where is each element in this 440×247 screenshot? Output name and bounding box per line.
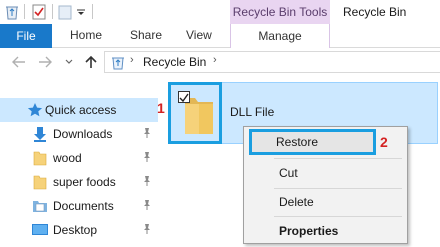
menu-item-label: Delete — [279, 195, 314, 209]
navigation-bar: › Recycle Bin › — [0, 48, 440, 76]
nav-item-downloads[interactable]: Downloads — [0, 122, 158, 146]
download-arrow-icon — [32, 126, 48, 142]
forward-arrow-icon[interactable] — [36, 53, 54, 71]
tab-share[interactable]: Share — [130, 24, 162, 48]
qat-separator — [92, 4, 93, 19]
nav-item-super-foods[interactable]: super foods — [0, 170, 158, 194]
navigation-pane: Quick access 1 Downloads wood super food… — [0, 90, 165, 247]
folder-icon — [32, 174, 48, 190]
new-folder-icon[interactable] — [57, 3, 73, 21]
menu-item-label: Properties — [279, 224, 339, 238]
file-name-label: DLL File — [230, 105, 275, 119]
breadcrumb-chevron-icon[interactable]: › — [213, 54, 217, 66]
tab-manage[interactable]: Manage — [230, 24, 330, 48]
menu-item-cut[interactable]: Cut — [246, 162, 405, 184]
file-highlight-box — [168, 82, 222, 144]
window-title: Recycle Bin — [343, 5, 407, 19]
pin-icon[interactable] — [142, 127, 152, 139]
restore-highlight-box[interactable]: Restore — [249, 129, 376, 155]
tab-home[interactable]: Home — [70, 24, 102, 48]
recent-locations-chevron-icon[interactable] — [60, 53, 78, 71]
documents-icon — [32, 198, 48, 214]
menu-item-delete[interactable]: Delete — [246, 191, 405, 213]
breadcrumb-chevron-icon[interactable]: › — [130, 54, 134, 66]
qat-separator — [52, 4, 53, 19]
recycle-bin-icon — [110, 54, 126, 70]
tab-view[interactable]: View — [186, 24, 212, 48]
menu-item-label: Cut — [279, 166, 298, 180]
folder-icon — [32, 150, 48, 166]
nav-item-documents[interactable]: Documents — [0, 194, 158, 218]
qat-separator — [24, 4, 25, 19]
pin-icon[interactable] — [142, 223, 152, 235]
pin-icon[interactable] — [142, 199, 152, 211]
tab-file[interactable]: File — [0, 24, 52, 48]
nav-item-label: Desktop — [53, 223, 98, 237]
menu-separator — [274, 188, 402, 189]
customize-qat-dropdown-icon[interactable] — [75, 3, 87, 21]
ribbon-tab-bar: File Home Share View Manage — [0, 24, 440, 48]
up-arrow-icon[interactable] — [82, 53, 100, 71]
back-arrow-icon[interactable] — [10, 53, 28, 71]
nav-item-wood[interactable]: wood — [0, 146, 158, 170]
recycle-bin-app-icon[interactable] — [4, 3, 20, 21]
step-number-2: 2 — [380, 134, 388, 150]
selection-checkbox[interactable] — [178, 91, 190, 103]
nav-item-label: Quick access — [45, 103, 117, 117]
menu-separator — [274, 216, 402, 217]
menu-item-label: Restore — [276, 135, 319, 149]
nav-item-label: super foods — [53, 175, 116, 189]
nav-item-quick-access[interactable]: Quick access — [0, 98, 158, 122]
nav-item-desktop[interactable]: Desktop — [0, 218, 158, 242]
recycle-bin-tools-tab-group: Recycle Bin Tools — [230, 0, 330, 24]
pin-icon[interactable] — [142, 151, 152, 163]
title-bar: Recycle Bin Tools Recycle Bin — [0, 0, 440, 24]
breadcrumb-recycle-bin[interactable]: Recycle Bin — [143, 55, 206, 69]
nav-item-label: Documents — [53, 199, 114, 213]
menu-item-properties[interactable]: Properties — [246, 220, 405, 242]
desktop-icon — [32, 222, 48, 238]
properties-check-icon[interactable] — [30, 3, 48, 21]
nav-item-label: wood — [53, 151, 82, 165]
menu-separator — [274, 158, 402, 159]
star-icon — [27, 102, 43, 118]
nav-item-label: Downloads — [53, 127, 113, 141]
step-number-1: 1 — [157, 100, 165, 116]
address-bar[interactable]: › Recycle Bin › — [104, 51, 440, 73]
pin-icon[interactable] — [142, 175, 152, 187]
